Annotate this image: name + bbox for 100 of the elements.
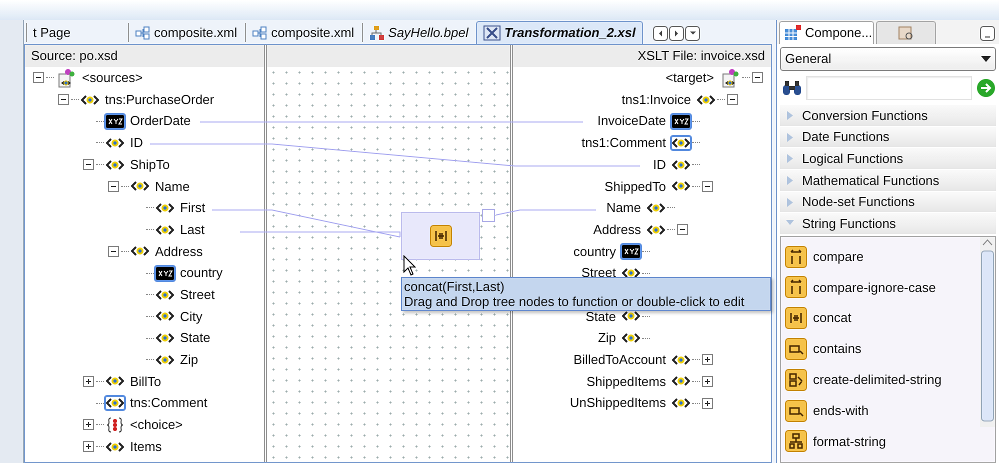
go-icon[interactable] bbox=[976, 78, 996, 98]
function-category[interactable]: Logical Functions bbox=[780, 148, 996, 170]
scroll-left-button[interactable] bbox=[652, 26, 668, 41]
editor-tab[interactable]: composite.xml bbox=[128, 23, 244, 42]
scrollbar[interactable] bbox=[980, 237, 995, 428]
minimize-button[interactable] bbox=[980, 26, 995, 41]
function-item[interactable]: compare-ignore-case bbox=[813, 278, 936, 298]
collapse-toggle[interactable] bbox=[752, 72, 763, 84]
collapse-toggle[interactable] bbox=[83, 159, 94, 170]
function-icon bbox=[785, 368, 807, 391]
tree-node-label[interactable]: ID bbox=[653, 154, 666, 174]
tree-node-label[interactable]: <target> bbox=[666, 68, 714, 88]
tree-node-label[interactable]: State bbox=[586, 306, 616, 326]
collapse-toggle[interactable] bbox=[727, 94, 738, 106]
tree-node-label[interactable]: country bbox=[573, 242, 616, 262]
tree-node-label[interactable]: Address bbox=[155, 242, 203, 262]
palette-tab[interactable]: Compone... bbox=[779, 21, 874, 44]
tree-node-label[interactable]: Items bbox=[130, 436, 162, 456]
tooltip-title: concat(First,Last) bbox=[404, 279, 506, 294]
tree-node-label[interactable]: ShippedItems bbox=[586, 372, 666, 392]
function-icon bbox=[785, 276, 807, 298]
editor-tab[interactable]: SayHello.bpel bbox=[362, 23, 474, 42]
function-item[interactable]: contains bbox=[813, 339, 862, 359]
tree-node-label[interactable]: country bbox=[180, 263, 223, 283]
collapse-toggle[interactable] bbox=[482, 209, 495, 222]
tree-node-label[interactable]: ID bbox=[130, 133, 143, 153]
expand-toggle[interactable] bbox=[83, 441, 94, 452]
collapse-toggle[interactable] bbox=[702, 180, 713, 192]
editor-tab[interactable]: t Page bbox=[26, 23, 126, 42]
function-item[interactable]: concat bbox=[813, 308, 852, 328]
function-category[interactable]: Date Functions bbox=[780, 126, 996, 148]
tooltip-text: Drag and Drop tree nodes to function or double-click to edit bbox=[404, 294, 746, 309]
collapsed-arrow-icon bbox=[786, 132, 794, 142]
tree-node-label[interactable]: Zip bbox=[598, 328, 616, 348]
tree-node-label[interactable]: BilledToAccount bbox=[574, 350, 666, 370]
catalog-icon bbox=[897, 25, 915, 41]
composite-icon bbox=[252, 26, 268, 40]
tree-node-label[interactable]: Street bbox=[180, 284, 215, 304]
tree-node-label[interactable]: tns1:Invoice bbox=[622, 90, 691, 110]
tree-node-label[interactable]: OrderDate bbox=[130, 111, 191, 131]
function-item[interactable]: format-string bbox=[813, 432, 886, 452]
tree-node-label[interactable]: BillTo bbox=[130, 372, 162, 392]
tree-node-label[interactable]: <choice> bbox=[130, 415, 183, 435]
grid-icon bbox=[784, 25, 802, 41]
mouse-pointer-icon bbox=[403, 255, 417, 276]
function-category[interactable]: Node-set Functions bbox=[780, 192, 996, 214]
scroll-right-button[interactable] bbox=[668, 26, 684, 41]
process-diagram-icon bbox=[369, 24, 386, 40]
function-item[interactable]: compare bbox=[813, 246, 864, 266]
collapsed-arrow-icon bbox=[786, 154, 794, 164]
expand-toggle[interactable] bbox=[702, 398, 713, 409]
expand-toggle[interactable] bbox=[83, 376, 94, 387]
tree-node-label[interactable]: InvoiceDate bbox=[597, 111, 666, 131]
collapsed-arrow-icon bbox=[786, 110, 794, 120]
function-icon bbox=[785, 338, 807, 360]
collapse-toggle[interactable] bbox=[677, 224, 688, 236]
tree-node-label[interactable]: State bbox=[180, 328, 210, 348]
function-icon bbox=[785, 307, 807, 330]
tree-node-label[interactable]: City bbox=[180, 306, 202, 326]
function-category[interactable]: Mathematical Functions bbox=[780, 170, 996, 192]
target-header: XSLT File: invoice.xsd bbox=[513, 45, 771, 67]
tree-node-label[interactable]: Name bbox=[606, 198, 641, 218]
collapse-toggle[interactable] bbox=[108, 180, 119, 192]
function-icon bbox=[430, 225, 452, 247]
collapse-toggle[interactable] bbox=[33, 72, 44, 84]
tree-node-label[interactable]: ShippedTo bbox=[604, 176, 666, 196]
tab-list-button[interactable] bbox=[684, 26, 700, 41]
transform-icon bbox=[483, 25, 502, 41]
function-item[interactable]: ends-with bbox=[813, 400, 869, 420]
tree-node-label[interactable]: UnShippedItems bbox=[570, 393, 666, 413]
collapsed-arrow-icon bbox=[786, 198, 794, 207]
collapse-toggle[interactable] bbox=[108, 246, 119, 257]
binoculars-icon bbox=[782, 80, 802, 96]
function-category[interactable]: Conversion Functions bbox=[780, 105, 996, 127]
editor-tab[interactable]: composite.xml bbox=[245, 23, 360, 42]
tree-node-label[interactable]: tns:Comment bbox=[130, 393, 208, 413]
function-item[interactable]: create-delimited-string bbox=[813, 370, 942, 390]
function-node[interactable] bbox=[401, 212, 480, 260]
category-dropdown[interactable]: General bbox=[780, 47, 996, 71]
expand-toggle[interactable] bbox=[702, 376, 713, 387]
source-header: Source: po.xsd bbox=[25, 45, 264, 67]
palette-tab[interactable] bbox=[876, 21, 936, 44]
function-icon bbox=[785, 400, 807, 422]
tree-node-label[interactable]: Name bbox=[155, 176, 190, 196]
tree-node-label[interactable]: ShipTo bbox=[130, 154, 170, 174]
tree-node-label[interactable]: Address bbox=[593, 220, 641, 240]
tree-node-label[interactable]: <sources> bbox=[82, 68, 143, 88]
collapsed-arrow-icon bbox=[786, 176, 794, 185]
tree-node-label[interactable]: Last bbox=[180, 220, 205, 240]
tree-node-label[interactable]: First bbox=[180, 198, 206, 218]
tree-node-label[interactable]: tns:PurchaseOrder bbox=[105, 90, 214, 110]
editor-tab[interactable]: Transformation_2.xsl bbox=[476, 21, 643, 44]
collapse-toggle[interactable] bbox=[58, 94, 69, 106]
expand-toggle[interactable] bbox=[83, 419, 94, 430]
tree-node-label[interactable]: tns1:Comment bbox=[581, 133, 666, 153]
function-category[interactable]: String Functions bbox=[780, 213, 996, 236]
tree-node-label[interactable]: Zip bbox=[180, 350, 198, 370]
dropdown-caret-icon bbox=[981, 56, 991, 62]
expand-toggle[interactable] bbox=[702, 354, 713, 366]
search-field[interactable] bbox=[806, 76, 972, 100]
